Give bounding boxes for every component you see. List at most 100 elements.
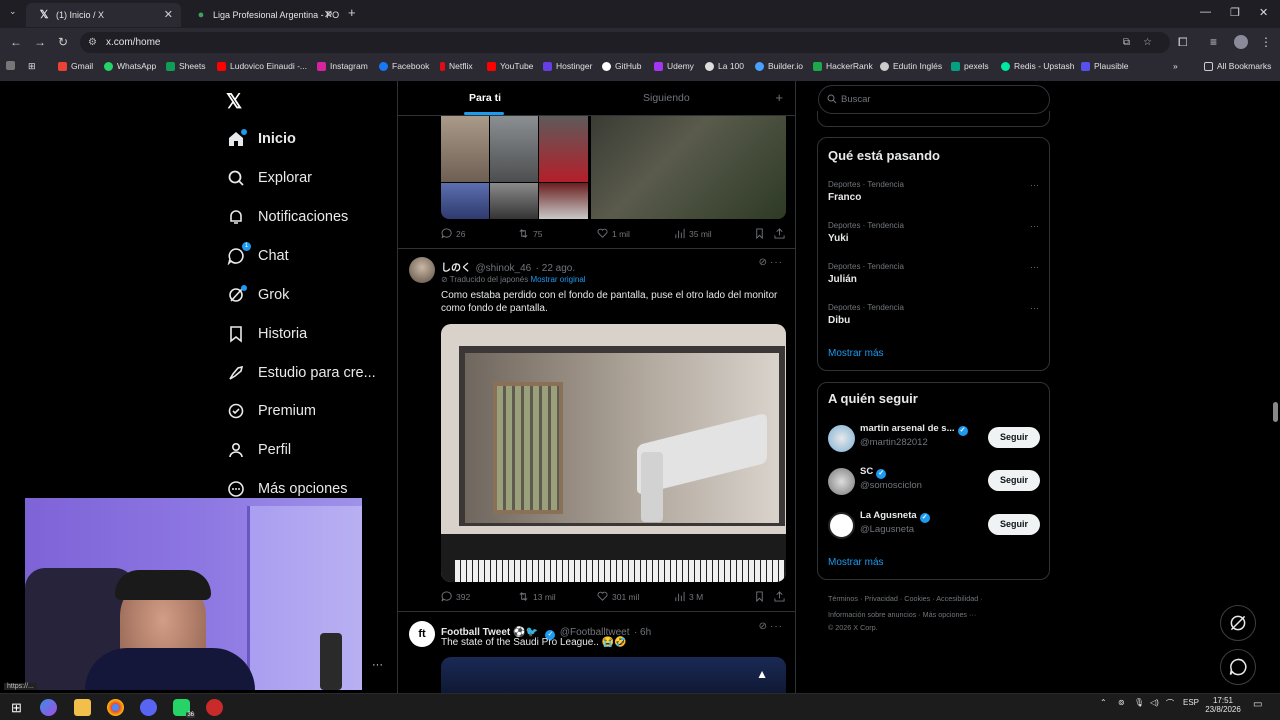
site-info-icon[interactable]: ⚙ [88,32,97,53]
nav-grok[interactable]: Grok [227,285,289,304]
bookmark-facebook[interactable]: Facebook [379,61,429,71]
bookmark-la100[interactable]: La 100 [705,61,744,71]
bookmark-edutin[interactable]: Edutin Inglés [880,61,942,71]
bookmark-redis[interactable]: Redis - Upstash [1001,61,1074,71]
wifi-icon[interactable]: ⌒ [1166,698,1174,709]
show-more-suggestions-link[interactable]: Mostrar más [828,557,884,568]
grok-post-icon[interactable]: ⊘ [759,257,767,268]
nav-historia[interactable]: Historia [227,325,307,343]
obs-icon[interactable] [206,699,223,716]
tab-x-home[interactable]: 𝕏 (1) Inicio / X ✕ [26,3,181,27]
tab-search-icon[interactable]: ⌄ [9,6,17,17]
avatar[interactable] [828,425,855,452]
start-icon[interactable]: ⊞ [8,699,25,716]
trend-more-icon[interactable]: ··· [1030,221,1039,231]
post-more-icon[interactable]: ··· [770,621,783,632]
trend-item[interactable]: Dibu [828,315,850,326]
show-more-trends-link[interactable]: Mostrar más [828,348,884,359]
add-tab-icon[interactable]: + [775,90,783,105]
bookmark-netflix[interactable]: Netflix [440,61,473,71]
nav-mas-opciones[interactable]: Más opciones [227,480,347,498]
close-window-icon[interactable]: ✕ [1259,6,1268,19]
views-button[interactable]: 35 mil [674,228,712,239]
grok-fab[interactable] [1220,605,1256,641]
tray-overflow-icon[interactable]: ⌃ [1100,698,1107,707]
tab-list-icon[interactable]: ≡ [1210,35,1217,49]
avatar[interactable] [828,468,855,495]
post3-media[interactable]: ▲ [441,657,786,693]
post-more-icon[interactable]: ··· [770,257,783,268]
maximize-icon[interactable]: ❐ [1230,6,1240,19]
bookmark-udemy[interactable]: Udemy [654,61,694,71]
bookmark-plausible[interactable]: Plausible [1081,61,1129,71]
new-tab-icon[interactable]: + [348,5,356,20]
nav-explorar[interactable]: Explorar [227,169,312,187]
apps-icon[interactable] [6,61,15,70]
discord-icon[interactable] [140,699,157,716]
follow-button[interactable]: Seguir [988,514,1040,535]
scrollbar[interactable] [1272,81,1280,693]
avatar[interactable] [828,512,855,539]
file-explorer-icon[interactable] [74,699,91,716]
bookmark-button[interactable] [754,228,765,239]
show-original-link[interactable]: Mostrar original [530,275,585,284]
nav-premium[interactable]: Premium [227,402,316,420]
avatar[interactable]: ft [409,621,435,647]
trend-item[interactable]: Yuki [828,233,849,244]
bookmark-youtube[interactable]: YouTube [487,61,533,71]
bookmark-sheets[interactable]: Sheets [166,61,205,71]
reload-icon[interactable]: ↻ [58,35,68,49]
trend-item[interactable]: Franco [828,192,861,203]
bookmark-github[interactable]: GitHub [602,61,641,71]
nav-inicio[interactable]: Inicio [227,129,296,148]
bookmark-hackerrank[interactable]: HackerRank [813,61,873,71]
tab-liga[interactable]: ● Liga Profesional Argentina - PO ✕ [183,3,341,27]
trend-item[interactable]: Julián [828,274,857,285]
trend-more-icon[interactable]: ··· [1030,180,1039,190]
nav-perfil[interactable]: Perfil [227,441,291,459]
tab-para-ti[interactable]: Para ti [469,92,501,104]
views-button[interactable]: 3 M [674,591,703,602]
post-date[interactable]: · 22 ago. [536,263,575,274]
language-indicator[interactable]: ESP [1183,698,1199,707]
account-menu-icon[interactable]: ··· [372,659,383,671]
network-icon[interactable]: ⊚ [1118,698,1125,707]
grok-post-icon[interactable]: ⊘ [759,621,767,632]
follow-button[interactable]: Seguir [988,427,1040,448]
nav-chat[interactable]: 1 Chat [227,242,289,266]
url-input[interactable]: ⚙ x.com/home ⧉ ☆ [80,32,1170,53]
grid-icon[interactable]: ⊞ [28,61,36,72]
follow-suggestion[interactable]: La Agusneta ✓ @Lagusneta Seguir [828,510,1040,540]
close-icon[interactable]: ✕ [164,8,173,21]
menu-icon[interactable]: ⋮ [1260,35,1272,49]
messages-fab[interactable] [1220,649,1256,685]
volume-icon[interactable]: ◁) [1150,698,1159,707]
notification-icon[interactable]: ▭ [1253,699,1262,710]
bookmark-einaudi[interactable]: Ludovico Einaudi -... [217,61,307,71]
repost-button[interactable]: 75 [518,228,542,239]
tab-siguiendo[interactable]: Siguiendo [643,92,690,104]
x-logo-icon[interactable]: 𝕏 [226,89,242,114]
like-button[interactable]: 301 mil [597,591,639,602]
scrollbar-thumb[interactable] [1273,402,1278,422]
post1-media-collage[interactable] [441,116,588,219]
trend-more-icon[interactable]: ··· [1030,262,1039,272]
bookmark-instagram[interactable]: Instagram [317,61,368,71]
nav-notificaciones[interactable]: Notificaciones [227,208,348,226]
whatsapp-icon[interactable]: 36 [173,699,195,718]
forward-icon[interactable]: → [34,35,46,49]
follow-button[interactable]: Seguir [988,470,1040,491]
trend-more-icon[interactable]: ··· [1030,303,1039,313]
like-button[interactable]: 1 mil [597,228,630,239]
footer-links[interactable]: Términos · Privacidad · Cookies · Accesi… [828,594,983,603]
footer-links[interactable]: Información sobre anuncios · Más opcione… [828,610,976,619]
reply-button[interactable]: 26 [441,228,465,239]
bookmark-hostinger[interactable]: Hostinger [543,61,592,71]
minimize-icon[interactable]: — [1200,6,1211,18]
bookmark-button[interactable] [754,591,765,602]
bookmarks-overflow-icon[interactable]: » [1173,61,1178,71]
author-name[interactable]: しのく [441,263,471,274]
all-bookmarks[interactable]: All Bookmarks [1204,61,1271,71]
chrome-icon[interactable] [107,699,124,716]
bookmark-builderio[interactable]: Builder.io [755,61,803,71]
